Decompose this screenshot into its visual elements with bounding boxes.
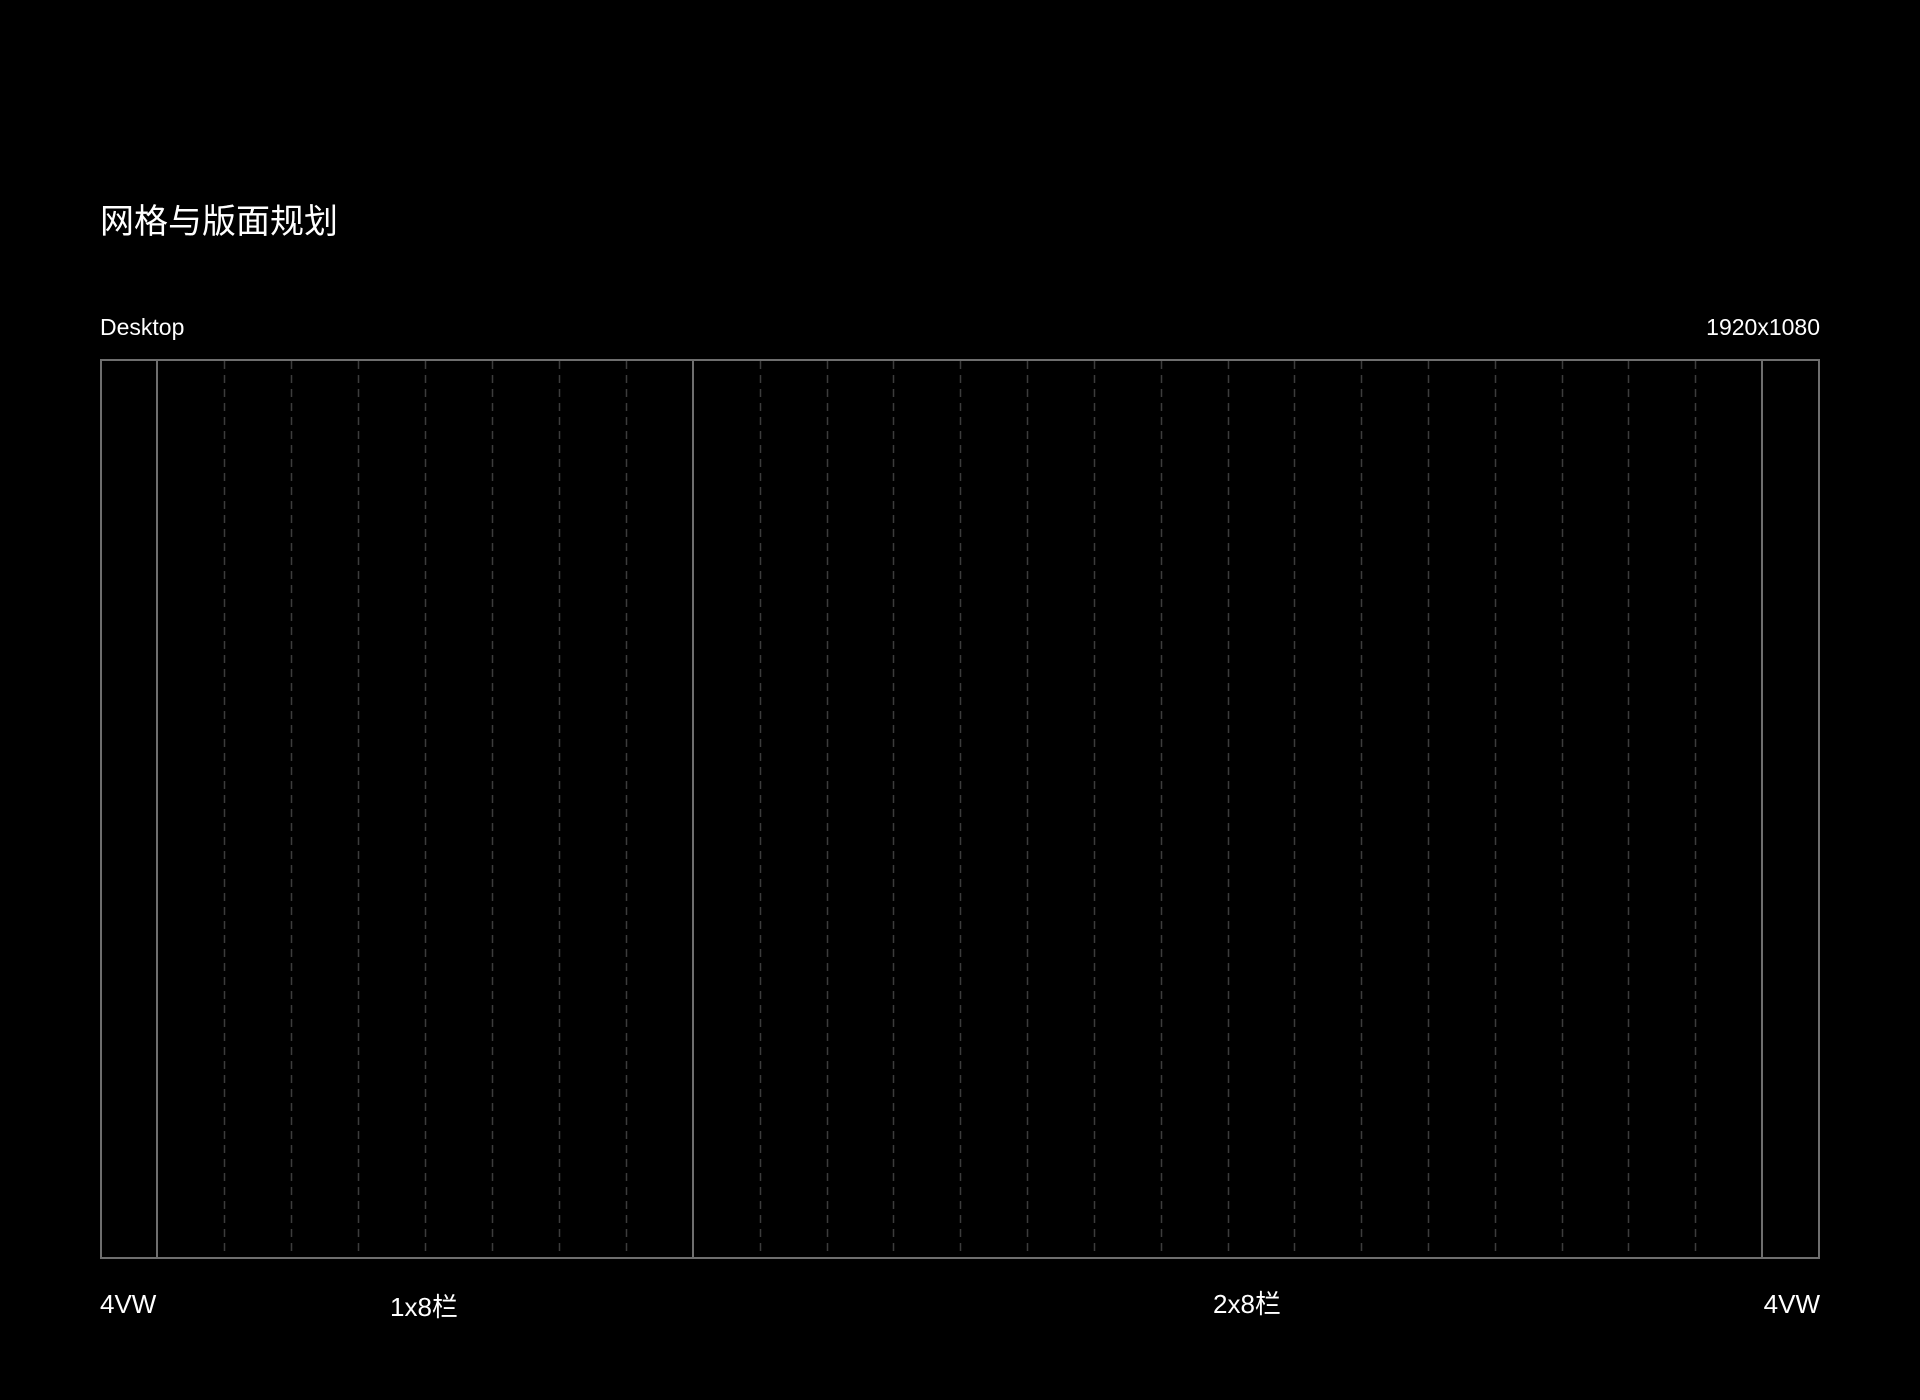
resolution-label: 1920x1080 [1706, 314, 1820, 340]
page-title: 网格与版面规划 [100, 202, 338, 242]
layout-grid-diagram [100, 359, 1820, 1259]
column-lines [223, 361, 1697, 1257]
section-1-label: 1x8栏 [390, 1292, 458, 1322]
right-margin-label: 4VW [1763, 1289, 1820, 1319]
device-label: Desktop [100, 314, 185, 340]
section-2-label: 2x8栏 [1213, 1289, 1281, 1319]
left-margin-label: 4VW [100, 1289, 157, 1319]
grid-svg [100, 359, 1820, 1259]
